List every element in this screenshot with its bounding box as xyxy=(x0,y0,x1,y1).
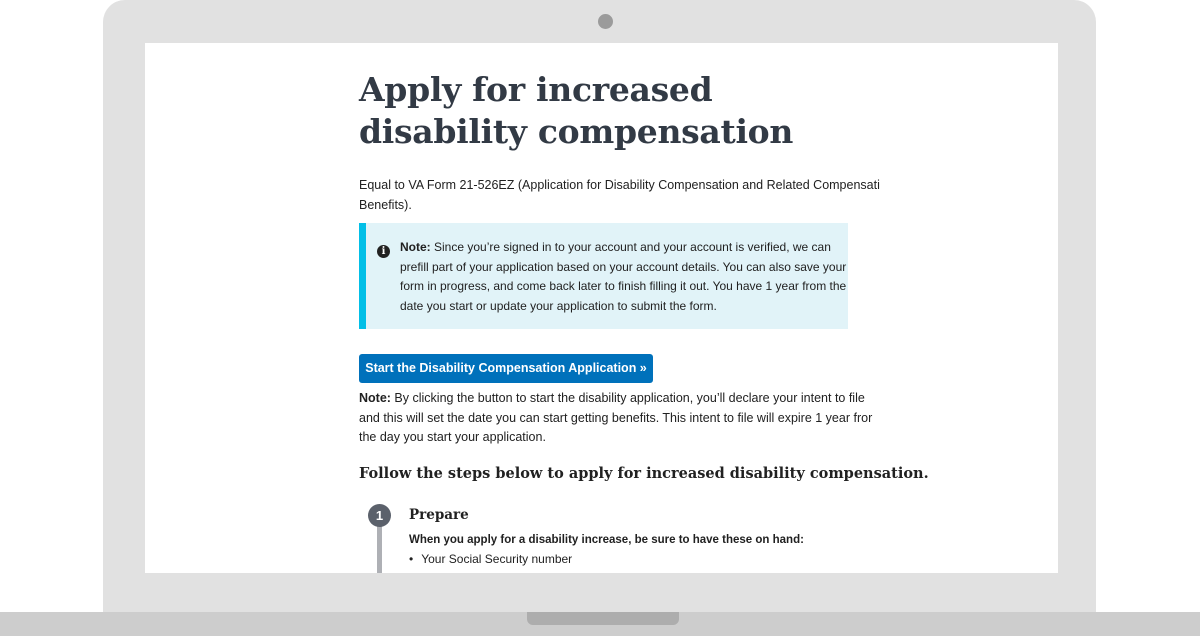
webcam-icon xyxy=(598,14,613,29)
step-number-badge: 1 xyxy=(368,504,391,527)
form-description-line: Equal to VA Form 21-526EZ (Application f… xyxy=(359,178,880,192)
form-description: Equal to VA Form 21-526EZ (Application f… xyxy=(359,175,880,215)
info-alert: i Note: Since you’re signed in to your a… xyxy=(359,223,848,329)
info-alert-line: prefill part of your application based o… xyxy=(400,259,847,274)
info-icon: i xyxy=(377,245,390,258)
info-alert-line: form in progress, and come back later to… xyxy=(400,279,847,293)
note-line-text: By clicking the button to start the disa… xyxy=(390,391,865,405)
step-connector-line xyxy=(377,525,382,573)
browser-screen: Apply for increased disability compensat… xyxy=(145,43,1058,573)
note-line: the day you start your application. xyxy=(359,430,546,444)
laptop-notch xyxy=(527,612,679,625)
page-title: Apply for increased disability compensat… xyxy=(359,70,794,151)
step-subheading: When you apply for a disability increase… xyxy=(409,534,804,546)
note-line: and this will set the date you can start… xyxy=(359,410,873,425)
info-alert-text: Note: Since you’re signed in to your acc… xyxy=(400,238,847,316)
step-title: Prepare xyxy=(409,507,469,523)
step-checklist: Your Social Security number xyxy=(409,550,572,568)
info-alert-line: Note: Since you’re signed in to your acc… xyxy=(400,238,845,258)
start-application-button[interactable]: Start the Disability Compensation Applic… xyxy=(359,354,653,383)
note-line: Note: By clicking the button to start th… xyxy=(359,389,879,409)
steps-heading: Follow the steps below to apply for incr… xyxy=(359,465,929,482)
list-item: Your Social Security number xyxy=(409,550,572,568)
form-description-line: Benefits). xyxy=(359,198,412,212)
note-label: Note: xyxy=(359,391,391,405)
info-alert-line: date you start or update your applicatio… xyxy=(400,298,717,313)
intent-to-file-note: Note: By clicking the button to start th… xyxy=(359,389,879,448)
info-alert-label: Note: xyxy=(400,240,431,254)
info-alert-line-text: Since you’re signed in to your account a… xyxy=(430,240,831,254)
